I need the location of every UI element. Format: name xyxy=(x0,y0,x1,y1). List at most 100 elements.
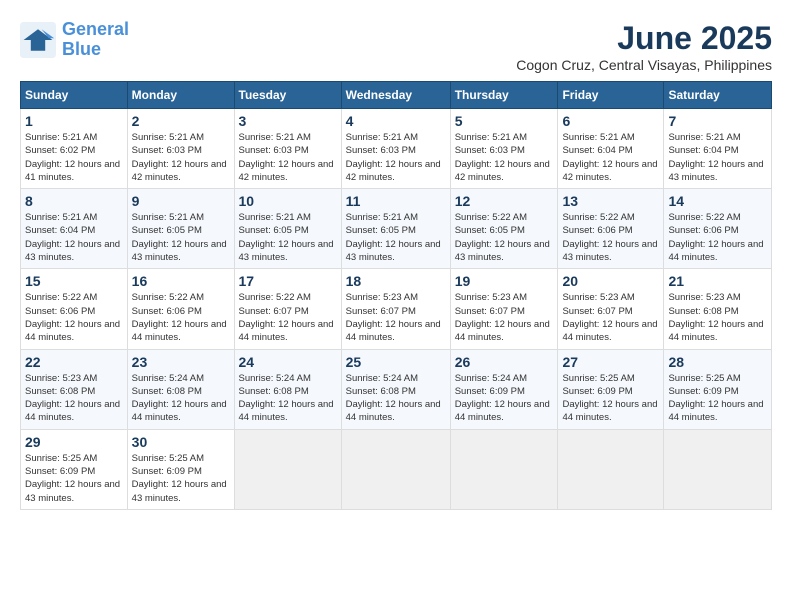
day-info: Sunrise: 5:21 AM Sunset: 6:03 PM Dayligh… xyxy=(239,131,337,184)
day-info: Sunrise: 5:25 AM Sunset: 6:09 PM Dayligh… xyxy=(132,452,230,505)
day-info: Sunrise: 5:21 AM Sunset: 6:02 PM Dayligh… xyxy=(25,131,123,184)
day-number: 14 xyxy=(668,193,767,209)
day-info: Sunrise: 5:22 AM Sunset: 6:07 PM Dayligh… xyxy=(239,291,337,344)
day-info: Sunrise: 5:23 AM Sunset: 6:07 PM Dayligh… xyxy=(562,291,659,344)
day-number: 12 xyxy=(455,193,554,209)
calendar-cell: 3 Sunrise: 5:21 AM Sunset: 6:03 PM Dayli… xyxy=(234,109,341,189)
day-info: Sunrise: 5:21 AM Sunset: 6:03 PM Dayligh… xyxy=(455,131,554,184)
calendar-week-3: 15 Sunrise: 5:22 AM Sunset: 6:06 PM Dayl… xyxy=(21,269,772,349)
day-number: 8 xyxy=(25,193,123,209)
day-number: 25 xyxy=(346,354,446,370)
calendar-cell: 25 Sunrise: 5:24 AM Sunset: 6:08 PM Dayl… xyxy=(341,349,450,429)
calendar-week-5: 29 Sunrise: 5:25 AM Sunset: 6:09 PM Dayl… xyxy=(21,429,772,509)
calendar-cell: 4 Sunrise: 5:21 AM Sunset: 6:03 PM Dayli… xyxy=(341,109,450,189)
calendar-cell xyxy=(664,429,772,509)
day-number: 3 xyxy=(239,113,337,129)
calendar-cell: 1 Sunrise: 5:21 AM Sunset: 6:02 PM Dayli… xyxy=(21,109,128,189)
calendar-cell xyxy=(450,429,558,509)
calendar-week-2: 8 Sunrise: 5:21 AM Sunset: 6:04 PM Dayli… xyxy=(21,189,772,269)
day-info: Sunrise: 5:22 AM Sunset: 6:06 PM Dayligh… xyxy=(25,291,123,344)
location-title: Cogon Cruz, Central Visayas, Philippines xyxy=(516,57,772,73)
day-number: 11 xyxy=(346,193,446,209)
calendar-cell: 9 Sunrise: 5:21 AM Sunset: 6:05 PM Dayli… xyxy=(127,189,234,269)
day-number: 4 xyxy=(346,113,446,129)
day-number: 21 xyxy=(668,273,767,289)
day-info: Sunrise: 5:22 AM Sunset: 6:05 PM Dayligh… xyxy=(455,211,554,264)
day-info: Sunrise: 5:24 AM Sunset: 6:08 PM Dayligh… xyxy=(239,372,337,425)
calendar-cell: 26 Sunrise: 5:24 AM Sunset: 6:09 PM Dayl… xyxy=(450,349,558,429)
weekday-header-tuesday: Tuesday xyxy=(234,82,341,109)
day-number: 19 xyxy=(455,273,554,289)
logo-line1: General xyxy=(62,19,129,39)
logo-text: General Blue xyxy=(62,20,129,60)
day-info: Sunrise: 5:23 AM Sunset: 6:08 PM Dayligh… xyxy=(25,372,123,425)
day-number: 15 xyxy=(25,273,123,289)
calendar-cell xyxy=(558,429,664,509)
day-info: Sunrise: 5:23 AM Sunset: 6:07 PM Dayligh… xyxy=(455,291,554,344)
logo: General Blue xyxy=(20,20,129,60)
logo-line2: Blue xyxy=(62,39,101,59)
day-number: 13 xyxy=(562,193,659,209)
day-info: Sunrise: 5:21 AM Sunset: 6:05 PM Dayligh… xyxy=(239,211,337,264)
day-info: Sunrise: 5:25 AM Sunset: 6:09 PM Dayligh… xyxy=(668,372,767,425)
day-info: Sunrise: 5:24 AM Sunset: 6:09 PM Dayligh… xyxy=(455,372,554,425)
day-info: Sunrise: 5:23 AM Sunset: 6:07 PM Dayligh… xyxy=(346,291,446,344)
title-area: June 2025 Cogon Cruz, Central Visayas, P… xyxy=(516,20,772,73)
day-number: 6 xyxy=(562,113,659,129)
calendar-cell xyxy=(234,429,341,509)
calendar-cell: 23 Sunrise: 5:24 AM Sunset: 6:08 PM Dayl… xyxy=(127,349,234,429)
logo-icon xyxy=(20,22,56,58)
weekday-header-row: SundayMondayTuesdayWednesdayThursdayFrid… xyxy=(21,82,772,109)
day-number: 28 xyxy=(668,354,767,370)
calendar-cell: 22 Sunrise: 5:23 AM Sunset: 6:08 PM Dayl… xyxy=(21,349,128,429)
day-number: 29 xyxy=(25,434,123,450)
day-info: Sunrise: 5:21 AM Sunset: 6:03 PM Dayligh… xyxy=(346,131,446,184)
day-info: Sunrise: 5:25 AM Sunset: 6:09 PM Dayligh… xyxy=(562,372,659,425)
calendar-week-4: 22 Sunrise: 5:23 AM Sunset: 6:08 PM Dayl… xyxy=(21,349,772,429)
calendar-cell: 7 Sunrise: 5:21 AM Sunset: 6:04 PM Dayli… xyxy=(664,109,772,189)
day-number: 23 xyxy=(132,354,230,370)
day-number: 22 xyxy=(25,354,123,370)
day-number: 1 xyxy=(25,113,123,129)
calendar-cell: 16 Sunrise: 5:22 AM Sunset: 6:06 PM Dayl… xyxy=(127,269,234,349)
calendar-cell: 27 Sunrise: 5:25 AM Sunset: 6:09 PM Dayl… xyxy=(558,349,664,429)
weekday-header-friday: Friday xyxy=(558,82,664,109)
day-number: 17 xyxy=(239,273,337,289)
weekday-header-monday: Monday xyxy=(127,82,234,109)
calendar-cell: 6 Sunrise: 5:21 AM Sunset: 6:04 PM Dayli… xyxy=(558,109,664,189)
day-number: 24 xyxy=(239,354,337,370)
calendar-week-1: 1 Sunrise: 5:21 AM Sunset: 6:02 PM Dayli… xyxy=(21,109,772,189)
calendar-cell: 29 Sunrise: 5:25 AM Sunset: 6:09 PM Dayl… xyxy=(21,429,128,509)
day-number: 18 xyxy=(346,273,446,289)
calendar-cell: 28 Sunrise: 5:25 AM Sunset: 6:09 PM Dayl… xyxy=(664,349,772,429)
weekday-header-saturday: Saturday xyxy=(664,82,772,109)
day-number: 9 xyxy=(132,193,230,209)
calendar-cell: 15 Sunrise: 5:22 AM Sunset: 6:06 PM Dayl… xyxy=(21,269,128,349)
month-title: June 2025 xyxy=(516,20,772,57)
day-number: 2 xyxy=(132,113,230,129)
calendar-cell: 11 Sunrise: 5:21 AM Sunset: 6:05 PM Dayl… xyxy=(341,189,450,269)
calendar-cell: 5 Sunrise: 5:21 AM Sunset: 6:03 PM Dayli… xyxy=(450,109,558,189)
day-info: Sunrise: 5:21 AM Sunset: 6:03 PM Dayligh… xyxy=(132,131,230,184)
day-number: 7 xyxy=(668,113,767,129)
calendar-cell: 13 Sunrise: 5:22 AM Sunset: 6:06 PM Dayl… xyxy=(558,189,664,269)
day-info: Sunrise: 5:21 AM Sunset: 6:04 PM Dayligh… xyxy=(25,211,123,264)
day-info: Sunrise: 5:21 AM Sunset: 6:04 PM Dayligh… xyxy=(562,131,659,184)
weekday-header-wednesday: Wednesday xyxy=(341,82,450,109)
calendar-cell: 19 Sunrise: 5:23 AM Sunset: 6:07 PM Dayl… xyxy=(450,269,558,349)
calendar-cell: 14 Sunrise: 5:22 AM Sunset: 6:06 PM Dayl… xyxy=(664,189,772,269)
day-number: 16 xyxy=(132,273,230,289)
calendar-cell: 8 Sunrise: 5:21 AM Sunset: 6:04 PM Dayli… xyxy=(21,189,128,269)
day-number: 26 xyxy=(455,354,554,370)
day-info: Sunrise: 5:21 AM Sunset: 6:05 PM Dayligh… xyxy=(132,211,230,264)
calendar-cell: 18 Sunrise: 5:23 AM Sunset: 6:07 PM Dayl… xyxy=(341,269,450,349)
calendar-table: SundayMondayTuesdayWednesdayThursdayFrid… xyxy=(20,81,772,510)
calendar-cell: 30 Sunrise: 5:25 AM Sunset: 6:09 PM Dayl… xyxy=(127,429,234,509)
day-info: Sunrise: 5:22 AM Sunset: 6:06 PM Dayligh… xyxy=(562,211,659,264)
day-info: Sunrise: 5:24 AM Sunset: 6:08 PM Dayligh… xyxy=(132,372,230,425)
day-number: 20 xyxy=(562,273,659,289)
day-number: 10 xyxy=(239,193,337,209)
day-info: Sunrise: 5:21 AM Sunset: 6:04 PM Dayligh… xyxy=(668,131,767,184)
day-info: Sunrise: 5:21 AM Sunset: 6:05 PM Dayligh… xyxy=(346,211,446,264)
calendar-cell: 12 Sunrise: 5:22 AM Sunset: 6:05 PM Dayl… xyxy=(450,189,558,269)
